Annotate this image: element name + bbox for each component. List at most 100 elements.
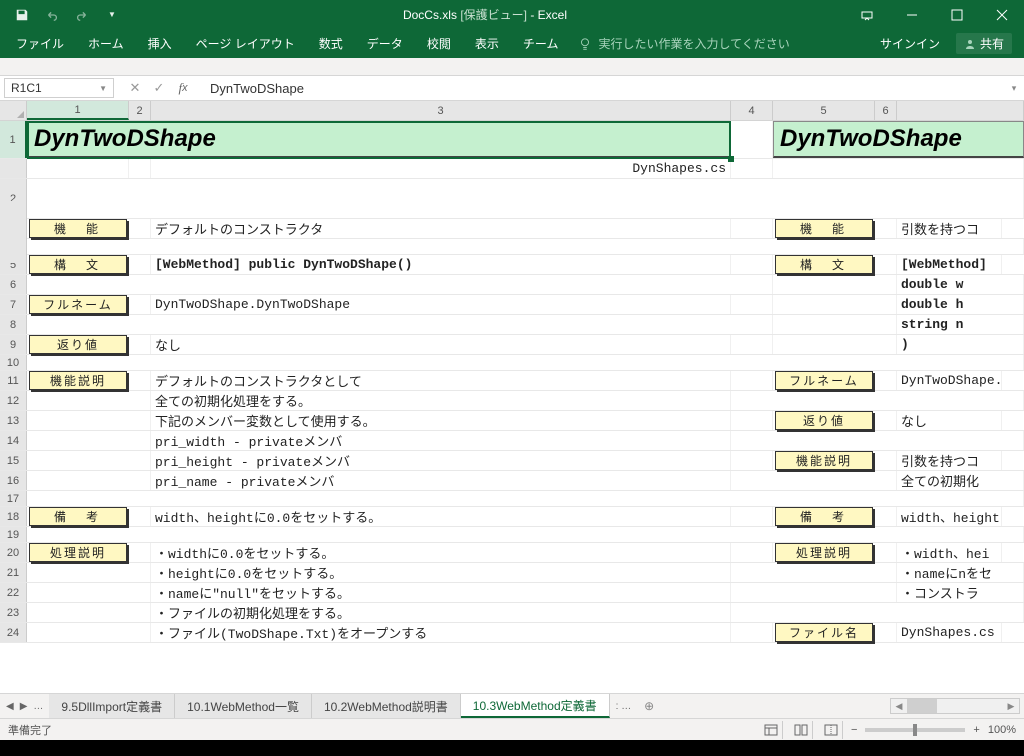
label-cell[interactable]: 機能説明 xyxy=(29,371,127,390)
tab-page-layout[interactable]: ページ レイアウト xyxy=(184,29,307,58)
close-button[interactable] xyxy=(979,0,1024,29)
bottom-border xyxy=(0,740,1024,756)
row-header[interactable]: 9 xyxy=(0,335,27,354)
sheet-tab[interactable]: 9.5DllImport定義書 xyxy=(49,694,175,718)
row-header[interactable]: 24 xyxy=(0,623,27,642)
row-header[interactable]: 18 xyxy=(0,507,27,526)
column-header[interactable]: 6 xyxy=(875,101,897,120)
row-header[interactable]: 22 xyxy=(0,583,27,602)
row-header[interactable]: 12 xyxy=(0,391,27,410)
subtitle-cell[interactable]: DynShapes.cs xyxy=(151,159,731,178)
merged-title-cell[interactable]: DynTwoDShape xyxy=(27,121,731,158)
row-header[interactable] xyxy=(0,159,27,178)
cancel-formula-icon[interactable]: ✕ xyxy=(124,77,146,99)
formula-bar: R1C1▼ ✕ ✓ fx DynTwoDShape ▾ xyxy=(0,76,1024,101)
row-header[interactable]: 19 xyxy=(0,527,27,542)
sheet-more2-icon[interactable]: : … xyxy=(616,701,632,712)
tab-view[interactable]: 表示 xyxy=(463,29,511,58)
select-all-corner[interactable] xyxy=(0,101,27,120)
enter-formula-icon[interactable]: ✓ xyxy=(148,77,170,99)
column-header[interactable]: 4 xyxy=(731,101,773,120)
label-cell[interactable]: 返り値 xyxy=(775,411,873,430)
minimize-button[interactable] xyxy=(889,0,934,29)
status-ready: 準備完了 xyxy=(8,722,52,738)
merged-title-cell[interactable]: DynTwoDShape xyxy=(773,121,1024,158)
row-header[interactable]: 6 xyxy=(0,275,27,294)
label-cell[interactable]: 処理説明 xyxy=(29,543,127,562)
label-cell[interactable]: 機 能 xyxy=(775,219,873,238)
sheet-tab[interactable]: 10.1WebMethod一覧 xyxy=(175,694,312,718)
row-header[interactable]: 13 xyxy=(0,411,27,430)
label-cell[interactable]: 機 能 xyxy=(29,219,127,238)
tab-file[interactable]: ファイル xyxy=(4,29,76,58)
tab-home[interactable]: ホーム xyxy=(76,29,136,58)
zoom-in-button[interactable]: + xyxy=(973,724,979,736)
label-cell[interactable]: 構 文 xyxy=(29,255,127,274)
chevron-down-icon[interactable]: ▼ xyxy=(99,84,107,93)
selection-handle[interactable] xyxy=(728,156,734,162)
fx-icon[interactable]: fx xyxy=(172,77,194,99)
tab-insert[interactable]: 挿入 xyxy=(136,29,184,58)
ribbon-tabs: ファイル ホーム 挿入 ページ レイアウト 数式 データ 校閲 表示 チーム 実… xyxy=(0,29,1024,58)
tab-data[interactable]: データ xyxy=(355,29,415,58)
horizontal-scrollbar[interactable]: ◀ ▶ xyxy=(890,698,1020,714)
row-header[interactable]: 10 xyxy=(0,355,27,370)
quick-access-toolbar: ▼ xyxy=(0,3,126,27)
tab-formulas[interactable]: 数式 xyxy=(307,29,355,58)
column-header[interactable]: 1 xyxy=(27,101,129,120)
zoom-level[interactable]: 100% xyxy=(988,724,1016,736)
zoom-slider[interactable] xyxy=(865,728,965,732)
row-header[interactable]: 23 xyxy=(0,603,27,622)
scroll-right-icon[interactable]: ▶ xyxy=(1003,699,1019,713)
tab-review[interactable]: 校閲 xyxy=(415,29,463,58)
label-cell[interactable]: 備 考 xyxy=(775,507,873,526)
add-sheet-button[interactable]: ⊕ xyxy=(637,694,661,718)
column-header[interactable]: 5 xyxy=(773,101,875,120)
zoom-out-button[interactable]: − xyxy=(851,724,857,736)
scroll-left-icon[interactable]: ◀ xyxy=(891,699,907,713)
titlebar: ▼ DocCs.xls [保護ビュー] - Excel xyxy=(0,0,1024,29)
row-header[interactable]: 17 xyxy=(0,491,27,506)
label-cell[interactable]: 備 考 xyxy=(29,507,127,526)
sheet-next-icon[interactable]: ▶ xyxy=(20,701,28,712)
label-cell[interactable]: 構 文 xyxy=(775,255,873,274)
expand-formula-icon[interactable]: ▾ xyxy=(1004,76,1024,100)
sheet-tab-active[interactable]: 10.3WebMethod定義書 xyxy=(461,694,610,718)
label-cell[interactable]: フルネーム xyxy=(775,371,873,390)
row-header[interactable]: 7 xyxy=(0,295,27,314)
row-header[interactable]: 8 xyxy=(0,315,27,334)
qat-dropdown-icon[interactable]: ▼ xyxy=(98,3,126,27)
sheet-prev-icon[interactable]: ◀ xyxy=(6,701,14,712)
sheet-tab[interactable]: 10.2WebMethod説明書 xyxy=(312,694,461,718)
ribbon-options-icon[interactable] xyxy=(844,0,889,29)
row-header[interactable]: 1 xyxy=(0,121,27,158)
row-header[interactable]: 21 xyxy=(0,563,27,582)
row-header[interactable]: 20 xyxy=(0,543,27,562)
maximize-button[interactable] xyxy=(934,0,979,29)
tell-me-input[interactable]: 実行したい作業を入力してください xyxy=(570,35,789,52)
row-header[interactable]: 11 xyxy=(0,371,27,390)
scrollbar-thumb[interactable] xyxy=(907,699,937,713)
label-cell[interactable]: 機能説明 xyxy=(775,451,873,470)
column-header[interactable]: 2 xyxy=(129,101,151,120)
column-header[interactable]: 3 xyxy=(151,101,731,120)
label-cell[interactable]: 返り値 xyxy=(29,335,127,354)
tab-team[interactable]: チーム xyxy=(511,29,571,58)
name-box[interactable]: R1C1▼ xyxy=(4,78,114,98)
redo-icon[interactable] xyxy=(68,3,96,27)
undo-icon[interactable] xyxy=(38,3,66,27)
label-cell[interactable]: 処理説明 xyxy=(775,543,873,562)
row-header[interactable]: 15 xyxy=(0,451,27,470)
row-header[interactable]: 16 xyxy=(0,471,27,490)
sheet-more-icon[interactable]: … xyxy=(33,701,43,712)
signin-link[interactable]: サインイン xyxy=(880,35,940,52)
column-header[interactable] xyxy=(897,101,1024,120)
share-button[interactable]: 共有 xyxy=(956,33,1012,54)
spreadsheet-grid[interactable]: 1 2 3 4 5 6 1 DynTwoDShape DynTwoDShape … xyxy=(0,101,1024,693)
label-cell[interactable]: ファイル名 xyxy=(775,623,873,642)
save-icon[interactable] xyxy=(8,3,36,27)
formula-input[interactable]: DynTwoDShape xyxy=(200,76,1004,100)
label-cell[interactable]: フルネーム xyxy=(29,295,127,314)
status-bar: 準備完了 − + 100% xyxy=(0,718,1024,740)
row-header[interactable]: 14 xyxy=(0,431,27,450)
